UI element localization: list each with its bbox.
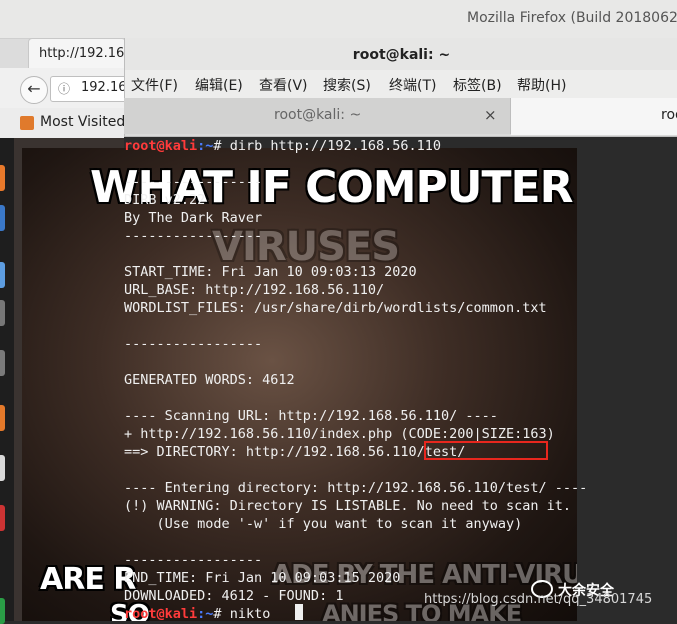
menu-view[interactable]: 查看(V) [259, 75, 308, 95]
terminal-output[interactable]: root@kali:~# dirb http://192.168.56.110 … [124, 137, 677, 622]
terminal-line: ==> DIRECTORY: http://192.168.56.110/tes… [124, 444, 466, 460]
dock-launcher-icon[interactable] [0, 262, 5, 288]
dock-launcher-icon[interactable] [0, 165, 5, 191]
terminal-tab-2-label: roo [661, 107, 677, 123]
terminal-line: ----------------- [124, 336, 263, 352]
terminal-line: ---- Entering directory: http://192.168.… [124, 480, 588, 496]
bookmark-folder-icon [20, 116, 34, 130]
terminal-line: ----------------- [124, 228, 263, 244]
most-visited-bookmark[interactable]: Most Visited [40, 114, 125, 130]
dock-launcher-icon[interactable] [0, 455, 5, 481]
terminal-tab-2[interactable]: roo [511, 98, 677, 135]
terminal-line: By The Dark Raver [124, 210, 263, 226]
dock-launcher-icon[interactable] [0, 598, 5, 624]
info-icon[interactable]: ⓘ [58, 80, 70, 97]
meme-bottom-line: ARE R [40, 562, 136, 597]
menu-tabs[interactable]: 标签(B) [453, 75, 502, 95]
terminal-line: ----------------- [124, 552, 263, 568]
url-text: 192.16 [81, 80, 127, 95]
dock-launcher-icon[interactable] [0, 300, 5, 326]
terminal-window-title: root@kali: ~ [352, 47, 451, 63]
terminal-line: END_TIME: Fri Jan 10 09:03:15 2020 [124, 570, 401, 586]
firefox-titlebar: Mozilla Firefox (Build 20180626 [0, 0, 677, 39]
menu-file[interactable]: 文件(F) [131, 75, 178, 95]
terminal-prompt-line: root@kali:~# dirb http://192.168.56.110 [124, 138, 442, 154]
dock-launcher-icon[interactable] [0, 405, 5, 431]
menu-help[interactable]: 帮助(H) [517, 75, 566, 95]
terminal-line: GENERATED WORDS: 4612 [124, 372, 295, 388]
firefox-tab-label: http://192.16 [39, 46, 125, 61]
terminal-line: (!) WARNING: Directory IS LISTABLE. No n… [124, 498, 572, 514]
terminal-tab-1-label: root@kali: ~ [274, 107, 362, 123]
terminal-line: (Use mode '-w' if you want to scan it an… [124, 516, 523, 532]
terminal-menubar: 文件(F) 编辑(E) 查看(V) 搜索(S) 终端(T) 标签(B) 帮助(H… [124, 70, 677, 98]
dock-launcher-icon[interactable] [0, 205, 5, 231]
firefox-window-title: Mozilla Firefox (Build 20180626 [467, 10, 677, 26]
command-text: nikto [229, 606, 271, 622]
terminal-line: WORDLIST_FILES: /usr/share/dirb/wordlist… [124, 300, 547, 316]
highlight-box [424, 441, 548, 460]
arrow-left-icon: ← [27, 79, 41, 98]
terminal-line: DIRB v2.22 [124, 192, 206, 208]
firefox-tab[interactable]: http://192.16 [28, 38, 126, 69]
terminal-cursor [295, 604, 303, 620]
dock-launcher-icon[interactable] [0, 505, 5, 531]
back-button[interactable]: ← [20, 76, 48, 104]
close-icon[interactable]: × [484, 106, 497, 124]
menu-edit[interactable]: 编辑(E) [195, 75, 243, 95]
command-text: dirb http://192.168.56.110 [229, 138, 442, 154]
url-bar[interactable]: ⓘ 192.16 [50, 76, 132, 102]
terminal-line: ---- Scanning URL: http://192.168.56.110… [124, 408, 498, 424]
watermark-url: https://blog.csdn.net/qq_34801745 [424, 592, 653, 607]
menu-search[interactable]: 搜索(S) [323, 75, 371, 95]
dock-launcher-icon[interactable] [0, 350, 5, 376]
terminal-tab-1[interactable]: root@kali: ~ × [124, 98, 511, 134]
menu-terminal[interactable]: 终端(T) [389, 75, 436, 95]
terminal-line: ----------------- [124, 174, 263, 190]
terminal-line: DOWNLOADED: 4612 - FOUND: 1 [124, 588, 344, 604]
terminal-titlebar[interactable]: root@kali: ~ [124, 38, 677, 70]
terminal-prompt-line: root@kali:~# nikto [124, 606, 271, 622]
terminal-line: START_TIME: Fri Jan 10 09:03:13 2020 [124, 264, 417, 280]
terminal-line: URL_BASE: http://192.168.56.110/ [124, 282, 385, 298]
